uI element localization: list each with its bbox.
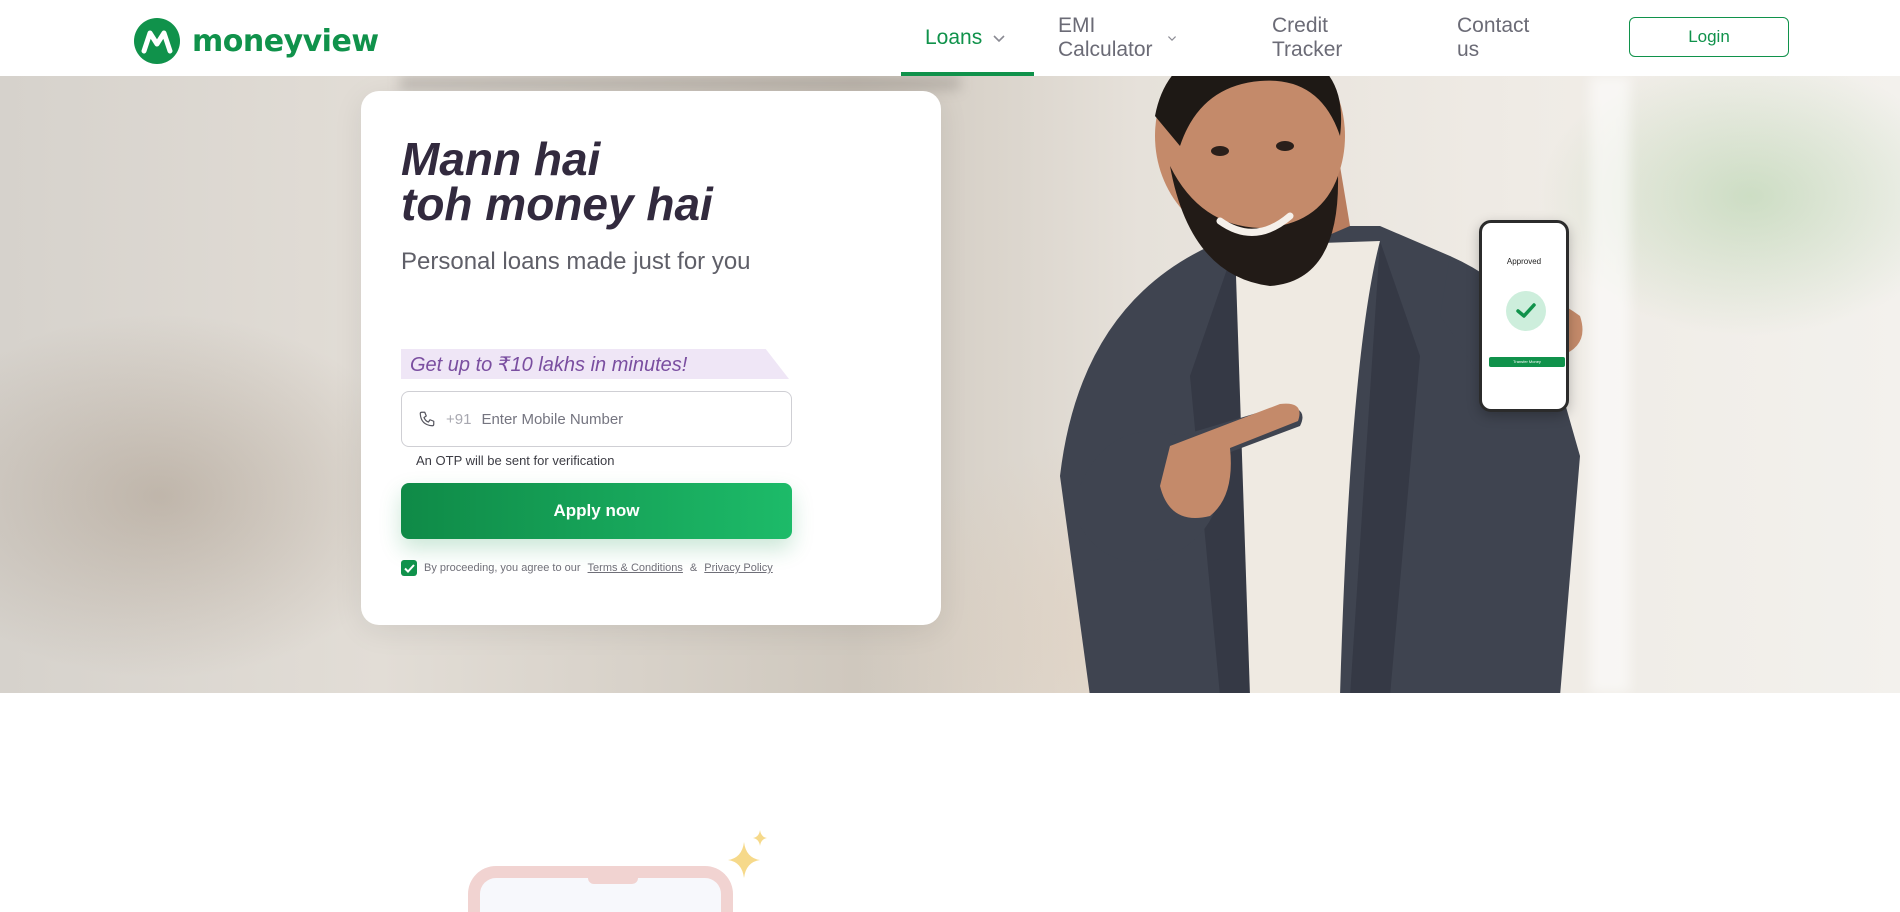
moneyview-logo[interactable]: moneyview <box>134 18 379 64</box>
background-blur <box>400 76 960 90</box>
nav-item-credit-tracker[interactable]: Credit Tracker <box>1272 0 1342 76</box>
site-header: moneyview Loans EMI Calculator Credit Tr… <box>0 0 1900 76</box>
headline-line-2: toh money hai <box>401 178 713 230</box>
checkmark-icon <box>403 563 415 573</box>
nav-item-emi-calculator[interactable]: EMI Calculator <box>1058 0 1177 76</box>
privacy-policy-link[interactable]: Privacy Policy <box>704 562 772 574</box>
promo-banner: Get up to ₹10 lakhs in minutes! <box>401 349 789 379</box>
chevron-down-icon <box>1167 36 1176 41</box>
phone-transfer-button: Transfer Money <box>1489 357 1565 367</box>
mobile-number-field[interactable]: +91 <box>401 391 792 447</box>
country-code-prefix: +91 <box>446 410 472 428</box>
consent-separator: & <box>689 562 698 574</box>
nav-item-label: EMI Calculator <box>1058 14 1153 61</box>
consent-row: By proceeding, you agree to our Terms & … <box>401 560 773 576</box>
moneyview-logo-icon <box>134 18 180 64</box>
mobile-number-input[interactable] <box>481 410 782 428</box>
loan-application-card: Mann hai toh money hai Personal loans ma… <box>361 91 941 625</box>
hero-banner: Approved Transfer Money <box>0 76 1900 693</box>
promo-text: Get up to ₹10 lakhs in minutes! <box>410 354 688 376</box>
apply-now-button[interactable]: Apply now <box>401 483 792 539</box>
otp-note: An OTP will be sent for verification <box>416 453 615 468</box>
phone-approved-title: Approved <box>1506 257 1542 266</box>
phone-illustration <box>468 866 733 912</box>
phone-transfer-label: Transfer Money <box>1513 359 1541 364</box>
sparkle-icon <box>728 830 767 878</box>
phone-mockup: Approved Transfer Money <box>1479 220 1569 412</box>
login-button[interactable]: Login <box>1629 17 1789 57</box>
checkmark-icon <box>1506 291 1546 331</box>
nav-item-label: Loans <box>925 26 983 49</box>
brand-name: moneyview <box>192 23 379 59</box>
nav-item-label: Credit Tracker <box>1272 14 1343 61</box>
nav-item-contact-us[interactable]: Contact us <box>1457 0 1529 76</box>
headline-line-1: Mann hai <box>401 133 601 185</box>
consent-checkbox[interactable] <box>401 560 417 576</box>
chevron-down-icon <box>993 35 1005 43</box>
hero-headline: Mann hai toh money hai <box>401 133 713 230</box>
consent-text: By proceeding, you agree to our <box>424 562 581 574</box>
terms-link[interactable]: Terms & Conditions <box>588 562 683 574</box>
nav-item-loans[interactable]: Loans <box>901 0 1034 76</box>
phone-notch <box>588 874 638 884</box>
nav-item-label: Contact us <box>1457 14 1530 61</box>
hero-subheading: Personal loans made just for you <box>401 248 751 275</box>
phone-icon <box>419 411 435 427</box>
active-tab-indicator <box>901 72 1034 76</box>
